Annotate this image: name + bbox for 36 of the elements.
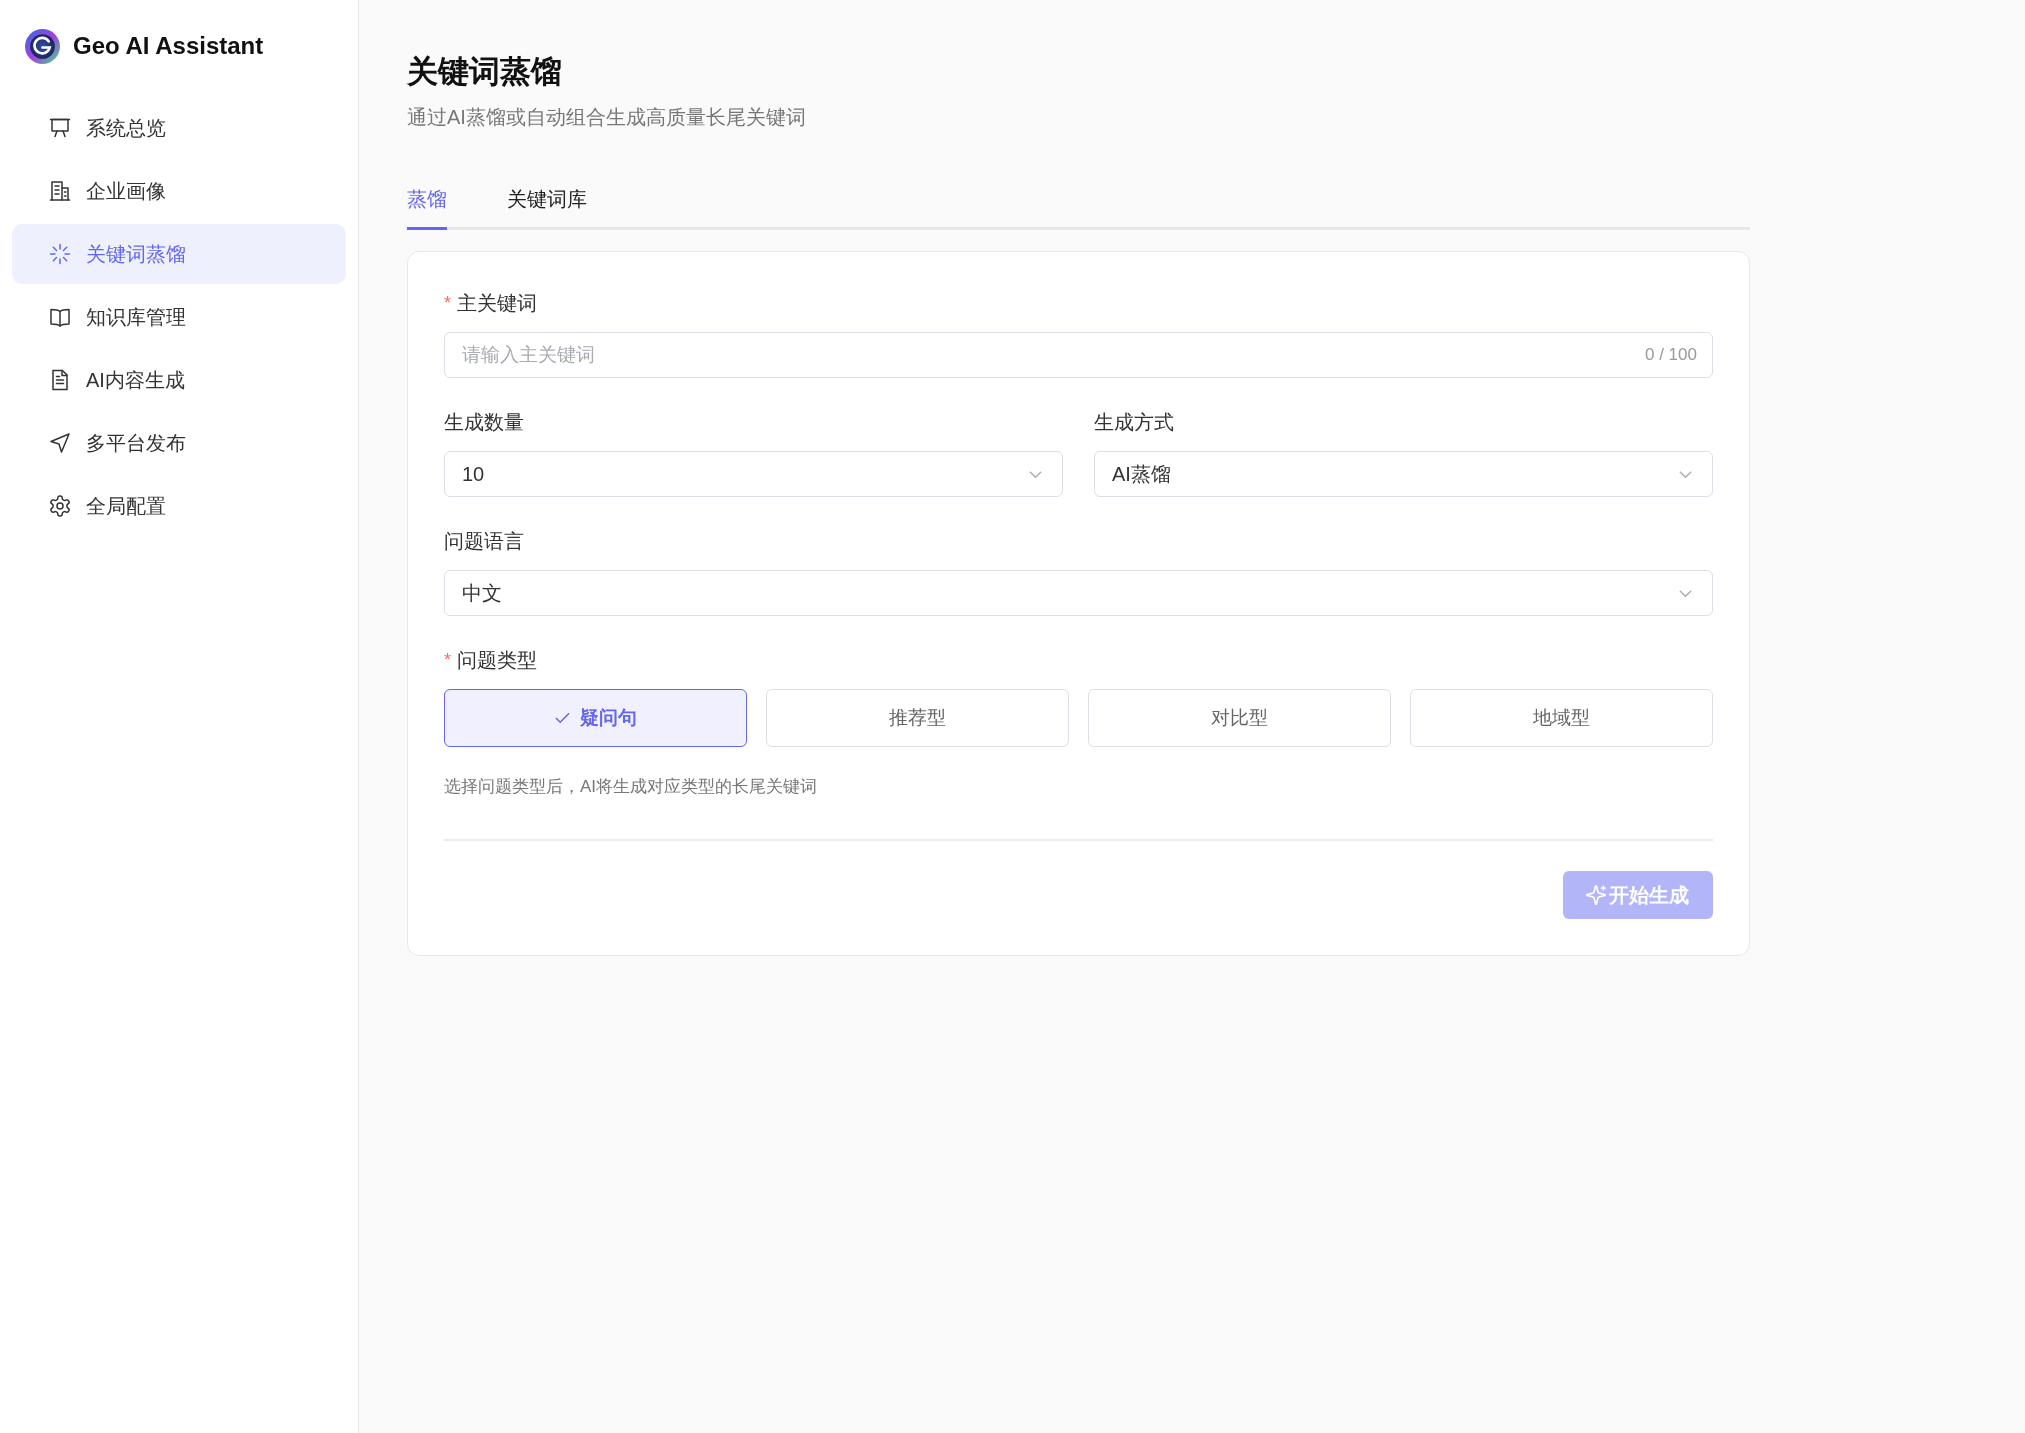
hint-text: 选择问题类型后，AI将生成对应类型的长尾关键词 [444,776,819,798]
nav-item[interactable]: 系统总览 [12,98,346,158]
burst-icon [48,242,72,266]
nav-item[interactable]: 企业画像 [12,161,346,221]
question-type-option[interactable]: 对比型 [1088,689,1391,747]
required-mark: * [444,292,451,315]
nav-item[interactable]: 知识库管理 [12,287,346,347]
nav-item[interactable]: 全局配置 [12,476,346,536]
nav-item[interactable]: AI内容生成 [12,350,346,410]
question-type-option[interactable]: 地域型 [1410,689,1713,747]
required-mark: * [444,649,451,672]
question-type-option[interactable]: 推荐型 [766,689,1069,747]
nav-item[interactable]: 多平台发布 [12,413,346,473]
tab[interactable]: 关键词库 [507,175,587,230]
app-name: Geo AI Assistant [73,32,264,60]
nav-item[interactable]: 关键词蒸馏 [12,224,346,284]
character-counter: 0 / 100 [1645,345,1697,365]
dropdown-select[interactable]: 中文 [444,570,1713,616]
dropdown-select[interactable]: 10 [444,451,1063,497]
presentation-board-icon [48,116,72,140]
dropdown-select[interactable]: AI蒸馏 [1094,451,1713,497]
settings-icon [48,494,72,518]
sparkles-icon [1585,884,1607,906]
question-type-option[interactable]: 疑问句 [444,689,747,747]
tab[interactable]: 蒸馏 [407,175,447,230]
field-label: 生成数量 [444,410,524,435]
field-label: 主关键词 [457,291,537,316]
navigation-arrow-icon [48,431,72,455]
building-icon [48,179,72,203]
logo-icon [24,27,61,65]
field-label: 问题语言 [444,529,524,554]
page-title: 关键词蒸馏 [407,53,563,91]
check-icon [554,712,570,724]
field-label: 问题类型 [457,648,537,673]
field-label: 生成方式 [1094,410,1174,435]
page-subtitle: 通过AI蒸馏或自动组合生成高质量长尾关键词 [407,105,807,130]
